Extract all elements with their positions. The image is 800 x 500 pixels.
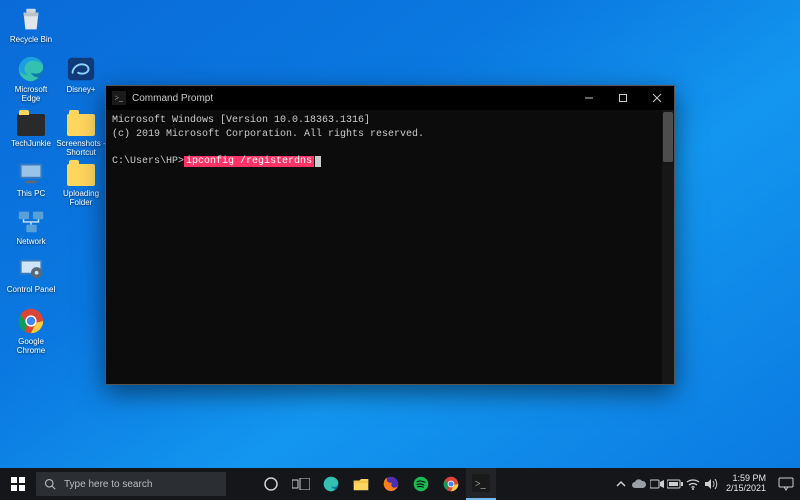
icon-label: Uploading Folder: [56, 190, 106, 208]
network-icon: [16, 206, 46, 236]
start-button[interactable]: [0, 468, 36, 500]
cortana-button[interactable]: [256, 468, 286, 500]
icon-label: Network: [6, 238, 56, 247]
taskbar-app-chrome[interactable]: [436, 468, 466, 500]
scrollbar[interactable]: [662, 110, 674, 384]
terminal-line: [112, 141, 668, 155]
desktop-icon-this-pc[interactable]: This PC: [6, 158, 56, 199]
icon-label: Recycle Bin: [6, 36, 56, 45]
terminal-line: (c) 2019 Microsoft Corporation. All righ…: [112, 128, 668, 142]
terminal-line: Microsoft Windows [Version 10.0.18363.13…: [112, 114, 668, 128]
tray-chevron-up-icon[interactable]: [612, 468, 630, 500]
cmd-icon: >_: [111, 90, 127, 106]
tray-wifi-icon[interactable]: [684, 468, 702, 500]
svg-text:>_: >_: [475, 479, 487, 490]
desktop-icon-recycle-bin[interactable]: Recycle Bin: [6, 4, 56, 45]
maximize-button[interactable]: [606, 86, 640, 110]
prompt-prefix: C:\Users\HP>: [112, 156, 184, 167]
scrollbar-thumb[interactable]: [663, 112, 673, 162]
tray-volume-icon[interactable]: [702, 468, 720, 500]
desktop-icon-control-panel[interactable]: Control Panel: [6, 254, 56, 295]
taskbar: Type here to search >_: [0, 468, 800, 500]
desktop: Recycle Bin Microsoft Edge TechJunkie Th…: [0, 0, 800, 468]
this-pc-icon: [16, 158, 46, 188]
disney-plus-icon: [66, 54, 96, 84]
icon-label: Disney+: [56, 86, 106, 95]
clock-date: 2/15/2021: [726, 484, 766, 494]
tray-meet-now-icon[interactable]: [648, 468, 666, 500]
taskbar-clock[interactable]: 1:59 PM 2/15/2021: [720, 474, 772, 494]
icon-label: Microsoft Edge: [6, 86, 56, 104]
taskbar-search[interactable]: Type here to search: [36, 472, 226, 496]
edge-icon: [16, 54, 46, 84]
icon-label: Google Chrome: [6, 338, 56, 356]
highlighted-command: ipconfig /registerdns: [184, 156, 314, 167]
terminal-prompt-line: C:\Users\HP>ipconfig /registerdns: [112, 155, 668, 169]
desktop-icon-disney[interactable]: Disney+: [56, 54, 106, 95]
terminal-body[interactable]: Microsoft Windows [Version 10.0.18363.13…: [106, 110, 674, 384]
window-title: Command Prompt: [132, 93, 213, 104]
icon-label: TechJunkie: [6, 140, 56, 149]
action-center-button[interactable]: [772, 468, 800, 500]
desktop-icon-screenshots[interactable]: Screenshots - Shortcut: [56, 108, 106, 158]
taskbar-app-firefox[interactable]: [376, 468, 406, 500]
taskbar-app-spotify[interactable]: [406, 468, 436, 500]
recycle-bin-icon: [16, 4, 46, 34]
task-view-button[interactable]: [286, 468, 316, 500]
taskbar-app-edge[interactable]: [316, 468, 346, 500]
icon-label: Screenshots - Shortcut: [56, 140, 106, 158]
taskbar-app-cmd[interactable]: >_: [466, 468, 496, 500]
chrome-icon: [16, 306, 46, 336]
desktop-icon-chrome[interactable]: Google Chrome: [6, 306, 56, 356]
folder-shortcut-icon: [66, 108, 96, 138]
search-icon: [44, 478, 56, 490]
taskbar-app-explorer[interactable]: [346, 468, 376, 500]
folder-icon: [66, 158, 96, 188]
tray-battery-icon[interactable]: [666, 468, 684, 500]
desktop-icon-techjunkie[interactable]: TechJunkie: [6, 108, 56, 149]
titlebar[interactable]: >_ Command Prompt: [106, 86, 674, 110]
minimize-button[interactable]: [572, 86, 606, 110]
search-placeholder: Type here to search: [64, 479, 152, 490]
icon-label: This PC: [6, 190, 56, 199]
command-prompt-window: >_ Command Prompt Microsoft Windows [Ver…: [105, 85, 675, 385]
close-button[interactable]: [640, 86, 674, 110]
icon-label: Control Panel: [6, 286, 56, 295]
desktop-icon-network[interactable]: Network: [6, 206, 56, 247]
desktop-icon-uploading[interactable]: Uploading Folder: [56, 158, 106, 208]
desktop-icon-edge[interactable]: Microsoft Edge: [6, 54, 56, 104]
system-tray: 1:59 PM 2/15/2021: [612, 468, 800, 500]
svg-text:>_: >_: [115, 94, 123, 103]
tray-onedrive-icon[interactable]: [630, 468, 648, 500]
folder-icon: [16, 108, 46, 138]
cursor: [315, 156, 321, 167]
control-panel-icon: [16, 254, 46, 284]
